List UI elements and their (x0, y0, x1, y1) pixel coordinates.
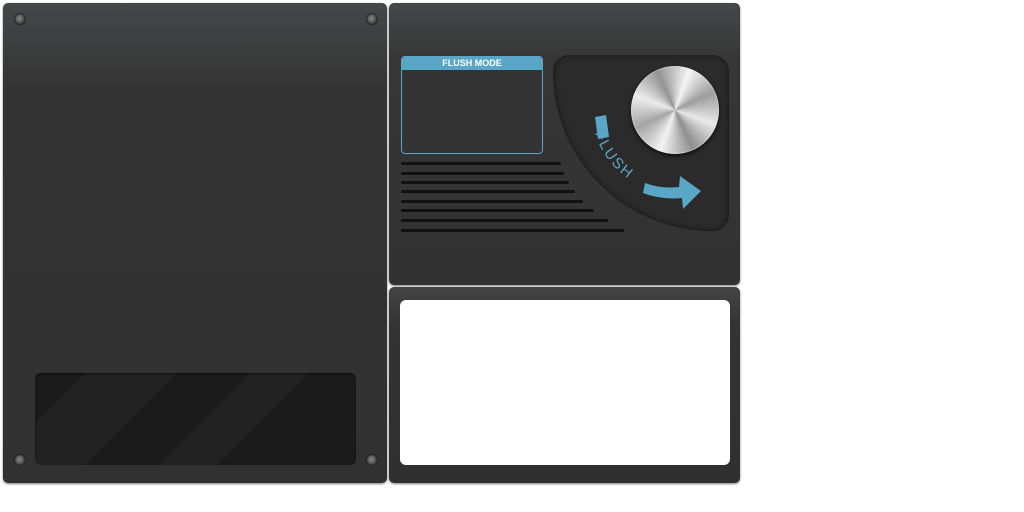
glass-window (35, 373, 356, 465)
device-stage: FLUSH MODE FLUSH (0, 0, 1024, 512)
flush-mode-title: FLUSH MODE (402, 57, 542, 70)
screw-icon (15, 455, 25, 465)
dial-recess: FLUSH (553, 55, 729, 231)
control-panel: FLUSH MODE FLUSH (389, 3, 740, 285)
flush-label: FLUSH (591, 128, 637, 183)
left-panel (3, 3, 387, 483)
screw-icon (367, 455, 377, 465)
flush-mode-box: FLUSH MODE (401, 56, 543, 154)
vent-slot (401, 162, 561, 165)
flush-knob[interactable] (631, 66, 719, 154)
display-screen (400, 300, 730, 465)
vent-slot (401, 190, 575, 193)
screw-icon (367, 14, 377, 24)
display-panel (389, 287, 740, 483)
vent-slot (401, 181, 569, 184)
screw-icon (15, 14, 25, 24)
vent-slot (401, 172, 564, 175)
